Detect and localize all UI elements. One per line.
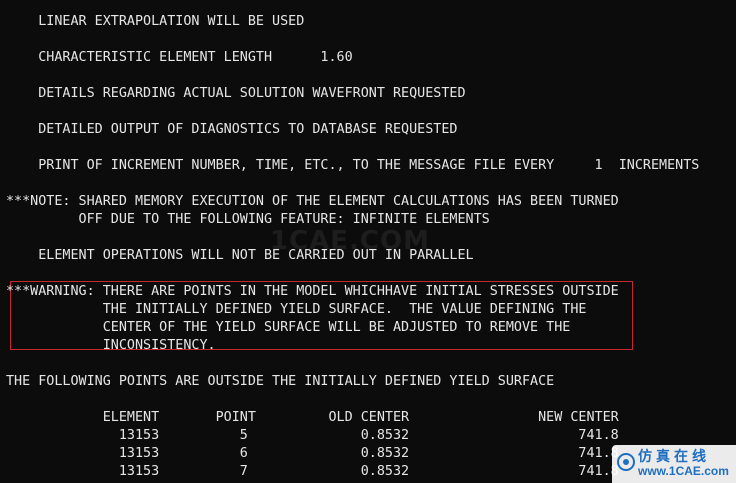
center-watermark: 1CAE.COM — [270, 226, 430, 256]
table-row: 13153 5 0.8532 741.8 — [6, 428, 619, 443]
warning-line: CENTER OF THE YIELD SURFACE WILL BE ADJU… — [6, 320, 571, 335]
watermark-cn-text: 仿真在线 — [638, 449, 710, 465]
console-line: PRINT OF INCREMENT NUMBER, TIME, ETC., T… — [6, 158, 700, 173]
table-row: 13153 6 0.8532 741.8 — [6, 446, 619, 461]
table-header: ELEMENT POINT OLD CENTER NEW CENTER — [6, 410, 619, 425]
note-line: ***NOTE: SHARED MEMORY EXECUTION OF THE … — [6, 194, 619, 209]
console-line: DETAILED OUTPUT OF DIAGNOSTICS TO DATABA… — [6, 122, 458, 137]
console-window: LINEAR EXTRAPOLATION WILL BE USED CHARAC… — [0, 0, 736, 483]
watermark-logo-icon — [617, 453, 635, 471]
warning-line: ***WARNING: THERE ARE POINTS IN THE MODE… — [6, 284, 619, 299]
console-line: DETAILS REGARDING ACTUAL SOLUTION WAVEFR… — [6, 86, 466, 101]
console-line: THE FOLLOWING POINTS ARE OUTSIDE THE INI… — [6, 374, 555, 389]
console-line: LINEAR EXTRAPOLATION WILL BE USED — [6, 14, 305, 29]
corner-watermark: 仿真在线 www.1CAE.com — [612, 445, 736, 483]
warning-line: THE INITIALLY DEFINED YIELD SURFACE. THE… — [6, 302, 587, 317]
watermark-url-text: www.1CAE.com — [638, 464, 729, 478]
warning-line: INCONSISTENCY. — [6, 338, 216, 353]
console-line: CHARACTERISTIC ELEMENT LENGTH 1.60 — [6, 50, 353, 65]
table-row: 13153 7 0.8532 741.8 — [6, 464, 619, 479]
